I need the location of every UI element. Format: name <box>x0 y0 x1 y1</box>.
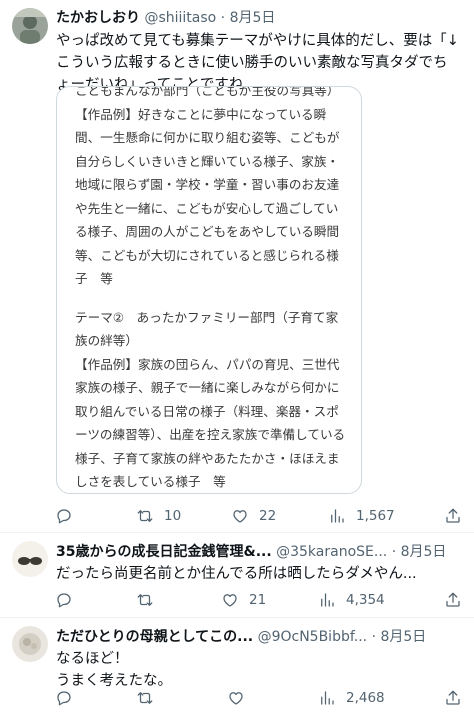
like-icon <box>233 510 247 523</box>
tweet-text: だったら尚更名前とか住んでる所は晒したらダメやん... <box>56 566 417 582</box>
views-count: 4,354 <box>346 592 385 608</box>
image-text-line: 【作品例】家族の団らん、パパの育児、三世代 <box>75 356 340 372</box>
retweet-icon <box>137 692 153 704</box>
image-text-line: や先生と一緒に、こどもが安心して過ごしてい <box>75 200 339 216</box>
tweet-date[interactable]: 8月5日 <box>401 544 447 560</box>
image-text-line: 取り組んでいる日常の様子（料理、楽器・スポ <box>75 403 339 419</box>
display-name[interactable]: ただひとりの母親としてこの... <box>56 629 253 645</box>
reply-button[interactable] <box>55 506 83 526</box>
tweet-header: 35歳からの成長日記金銭管理&... @35karanoSE... · 8月5日 <box>56 541 466 563</box>
share-button[interactable] <box>444 590 462 610</box>
image-text-line: テーマ② あったかファミリー部門（子育て家 <box>75 309 339 325</box>
views-button[interactable]: 1,567 <box>328 506 395 526</box>
image-text-line: 等、こどもが大切にされていると感じられる様 <box>75 247 339 263</box>
reply-icon <box>57 691 71 706</box>
separator-dot: · <box>220 10 226 26</box>
separator-dot: · <box>391 544 397 560</box>
tweet-date[interactable]: 8月5日 <box>230 10 276 26</box>
like-icon <box>229 692 243 705</box>
user-handle[interactable]: @shiiitaso <box>144 10 216 26</box>
image-text-line: 自分らしくいきいきと輝いている様子、家族・ <box>75 153 340 169</box>
views-button[interactable]: 2,468 <box>318 688 385 708</box>
views-count: 2,468 <box>346 690 385 706</box>
tweet-date[interactable]: 8月5日 <box>380 629 426 645</box>
image-text-line: ーツの練習等）、出産を控え家族で準備している <box>75 427 345 442</box>
avatar-image <box>12 626 48 662</box>
reply-button[interactable] <box>55 688 83 708</box>
tweet-2[interactable]: 35歳からの成長日記金銭管理&... @35karanoSE... · 8月5日… <box>0 533 474 617</box>
share-icon <box>446 508 460 523</box>
retweet-icon <box>137 594 153 606</box>
like-button[interactable]: 21 <box>221 590 266 610</box>
avatar-image <box>12 8 48 44</box>
tweet-actions: 10 22 1,567 <box>0 506 474 526</box>
user-handle[interactable]: @35karanoSE... <box>276 544 387 560</box>
image-text-line: 間、一生懸命に何かに取り組む姿等、こどもが <box>75 130 340 145</box>
tweet-actions: 21 4,354 <box>0 590 474 610</box>
tweet-image[interactable]: こどもまんなか部門（こどもが主役の写真等） 【作品例】好きなことに夢中になっている… <box>56 86 362 494</box>
avatar[interactable] <box>12 8 48 44</box>
image-text-line: 地域に限らず園・学校・学童・習い事のお友達 <box>75 177 340 192</box>
reply-icon <box>57 509 71 524</box>
tweet-1[interactable]: たかおしおり @shiiitaso · 8月5日 やっぱ改めて見ても募集テーマが… <box>0 0 474 532</box>
avatar[interactable] <box>12 541 48 577</box>
image-text-line: 族の絆等） <box>75 333 138 348</box>
display-name[interactable]: たかおしおり <box>56 10 140 26</box>
image-text-line: 家族の様子、親子で一緒に楽しみながら何かに <box>75 380 340 395</box>
reply-button[interactable] <box>55 590 83 610</box>
tweet-3[interactable]: ただひとりの母親としてこの... @9OcN5Bibbf... · 8月5日 な… <box>0 618 474 716</box>
like-icon <box>223 594 237 607</box>
image-text-line: 子 等 <box>75 271 113 286</box>
image-text-line: 【作品例】好きなことに夢中になっている瞬 <box>75 106 327 122</box>
image-text-line: こどもまんなか部門（こどもが主役の写真等） <box>75 86 340 98</box>
retweet-button[interactable]: 10 <box>136 506 181 526</box>
image-text-gap <box>75 291 345 306</box>
retweet-button[interactable] <box>136 590 164 610</box>
like-button[interactable] <box>227 688 255 708</box>
image-text-gap <box>75 494 345 495</box>
avatar[interactable] <box>12 626 48 662</box>
like-count: 22 <box>259 508 277 524</box>
image-text-line: 様子、子育て家族の絆やあたたかさ・ほほえま <box>75 450 340 466</box>
views-button[interactable]: 4,354 <box>318 590 385 610</box>
retweet-icon <box>137 510 153 522</box>
separator-dot: · <box>371 629 377 645</box>
tweet-actions: 2,468 <box>0 688 474 708</box>
share-button[interactable] <box>444 688 462 708</box>
image-text-block: こどもまんなか部門（こどもが主役の写真等） 【作品例】好きなことに夢中になっている… <box>75 86 345 495</box>
tweet-header: ただひとりの母親としてこの... @9OcN5Bibbf... · 8月5日 <box>56 626 466 648</box>
avatar-image <box>12 541 48 577</box>
tweet-text: なるほど！ うまく考えたな。 <box>56 651 172 689</box>
retweet-button[interactable] <box>136 688 164 708</box>
user-handle[interactable]: @9OcN5Bibbf... <box>258 629 368 645</box>
share-icon <box>446 592 460 607</box>
like-button[interactable]: 22 <box>231 506 276 526</box>
share-icon <box>446 690 460 705</box>
share-button[interactable] <box>444 506 462 526</box>
views-icon <box>331 509 344 523</box>
image-text-line: る様子、周囲の人がこどもをあやしている瞬間 <box>75 224 340 239</box>
views-icon <box>321 593 334 607</box>
retweet-count: 10 <box>164 508 182 524</box>
views-count: 1,567 <box>356 508 395 524</box>
tweet-header: たかおしおり @shiiitaso · 8月5日 <box>56 7 466 29</box>
reply-icon <box>57 593 71 608</box>
views-icon <box>321 691 334 705</box>
display-name[interactable]: 35歳からの成長日記金銭管理&... <box>56 544 272 560</box>
image-text-line: しさを表している様子 等 <box>75 474 226 489</box>
like-count: 21 <box>249 592 267 608</box>
